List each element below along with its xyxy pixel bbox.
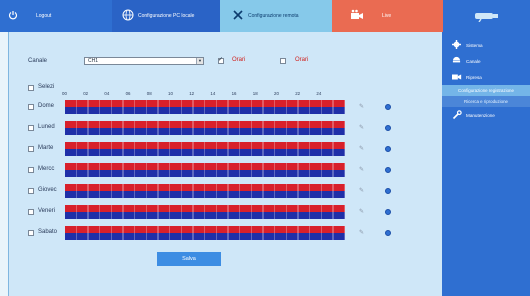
schedule-checkbox-1[interactable] [218,56,224,64]
day-row: Sabato ✎ [28,226,391,240]
hour-label: 16 [231,91,237,96]
day-checkbox[interactable] [28,125,34,131]
schedule-timeline[interactable] [65,163,345,177]
channel-select[interactable]: CH1 ▼ [84,57,204,65]
cctv-camera-icon [474,13,498,22]
schedule-timeline[interactable] [65,205,345,219]
day-label: Dome [38,103,55,109]
hour-label: 22 [295,91,301,96]
hour-label: 00 [62,91,67,96]
gear-icon [452,40,466,50]
camera-icon [350,9,364,23]
hour-label: 04 [104,91,110,96]
day-label: Sabato [38,229,58,235]
copy-settings-icon[interactable] [385,125,391,131]
live-label: Live [382,13,392,19]
copy-settings-icon[interactable] [385,167,391,173]
live-tab[interactable]: Live [332,0,443,32]
pencil-icon[interactable]: ✎ [359,187,364,194]
schedule-checkbox-2[interactable] [280,58,286,64]
copy-settings-icon[interactable] [385,209,391,215]
logout-label: Logout [36,13,52,19]
schedule-label-1: Orari [232,57,246,63]
power-icon [8,10,18,22]
dome-camera-icon [452,56,466,66]
sidebar-item-ripresa[interactable]: Ripresa [442,69,530,85]
channel-label: Canale [28,58,48,64]
sidebar-item-label: Manutenzione [466,112,495,118]
top-navigation: Logout Configurazione PC locale Configur… [0,0,530,32]
day-row: Mercc ✎ [28,163,391,177]
schedule-timeline[interactable] [65,226,345,240]
schedule-timeline[interactable] [65,142,345,156]
sidebar-item-label: Canale [466,58,481,64]
remote-config-tab[interactable]: Configurazione remota [220,0,332,32]
brand-logo [443,0,530,32]
remote-config-label: Configurazione remota [248,13,299,19]
hour-label: 02 [83,91,89,96]
day-checkbox[interactable] [28,104,34,110]
save-button[interactable]: Salva [157,252,221,266]
pencil-icon[interactable]: ✎ [359,103,364,110]
day-row: Veneri ✎ [28,205,391,219]
day-label: Luned [38,124,55,130]
sidebar-item-manutenzione[interactable]: Manutenzione [442,107,530,123]
hour-label: 10 [168,91,173,96]
day-label: Veneri [38,208,56,214]
day-checkbox[interactable] [28,230,34,236]
copy-settings-icon[interactable] [385,230,391,236]
day-row: Luned ✎ [28,121,391,135]
select-all-label: Selezi [38,84,55,90]
sidebar: Sistema Canale Ripresa Configurazione re… [442,32,530,296]
pencil-icon[interactable]: ✎ [359,208,364,215]
schedule-timeline[interactable] [65,121,345,135]
hour-label: 18 [252,91,258,96]
day-checkbox[interactable] [28,188,34,194]
schedule-timeline[interactable] [65,100,345,114]
left-margin [0,32,8,296]
sidebar-sub-record-config[interactable]: Configurazione registrazione [442,85,530,96]
copy-settings-icon[interactable] [385,146,391,152]
day-row: Giovec ✎ [28,184,391,198]
local-config-tab[interactable]: Configurazione PC locale [112,0,220,32]
logout-tab[interactable]: Logout [0,0,112,32]
schedule-timeline[interactable] [65,184,345,198]
hour-label: 14 [210,91,216,96]
day-label: Marte [38,145,54,151]
pencil-icon[interactable]: ✎ [359,124,364,131]
pencil-icon[interactable]: ✎ [359,166,364,173]
day-checkbox[interactable] [28,209,34,215]
day-checkbox[interactable] [28,167,34,173]
select-all-checkbox[interactable] [28,85,34,91]
video-camera-icon [452,73,466,82]
day-row: Marte ✎ [28,142,391,156]
hour-label: 24 [316,91,322,96]
sidebar-item-label: Ripresa [466,74,482,80]
sidebar-item-canale[interactable]: Canale [442,53,530,69]
globe-icon [122,9,134,23]
day-label: Mercc [38,166,55,172]
day-label: Giovec [38,187,57,193]
day-row: Dome ✎ [28,100,391,114]
schedule-label-2: Orari [295,57,309,63]
day-checkbox[interactable] [28,146,34,152]
channel-value: CH1 [88,58,99,64]
wrench-icon [452,109,466,121]
chevron-down-icon[interactable]: ▼ [196,58,203,64]
sidebar-item-sistema[interactable]: Sistema [442,37,530,53]
hour-label: 06 [125,91,131,96]
hour-label: 08 [146,91,152,96]
copy-settings-icon[interactable] [385,104,391,110]
tools-icon [232,9,244,23]
copy-settings-icon[interactable] [385,188,391,194]
hour-label: 12 [189,91,195,96]
pencil-icon[interactable]: ✎ [359,145,364,152]
local-config-label: Configurazione PC locale [138,13,195,19]
sidebar-sub-search-playback[interactable]: Ricerca e riproduzione [442,96,530,107]
sidebar-item-label: Sistema [466,42,483,48]
pencil-icon[interactable]: ✎ [359,229,364,236]
hour-label: 20 [274,91,279,96]
